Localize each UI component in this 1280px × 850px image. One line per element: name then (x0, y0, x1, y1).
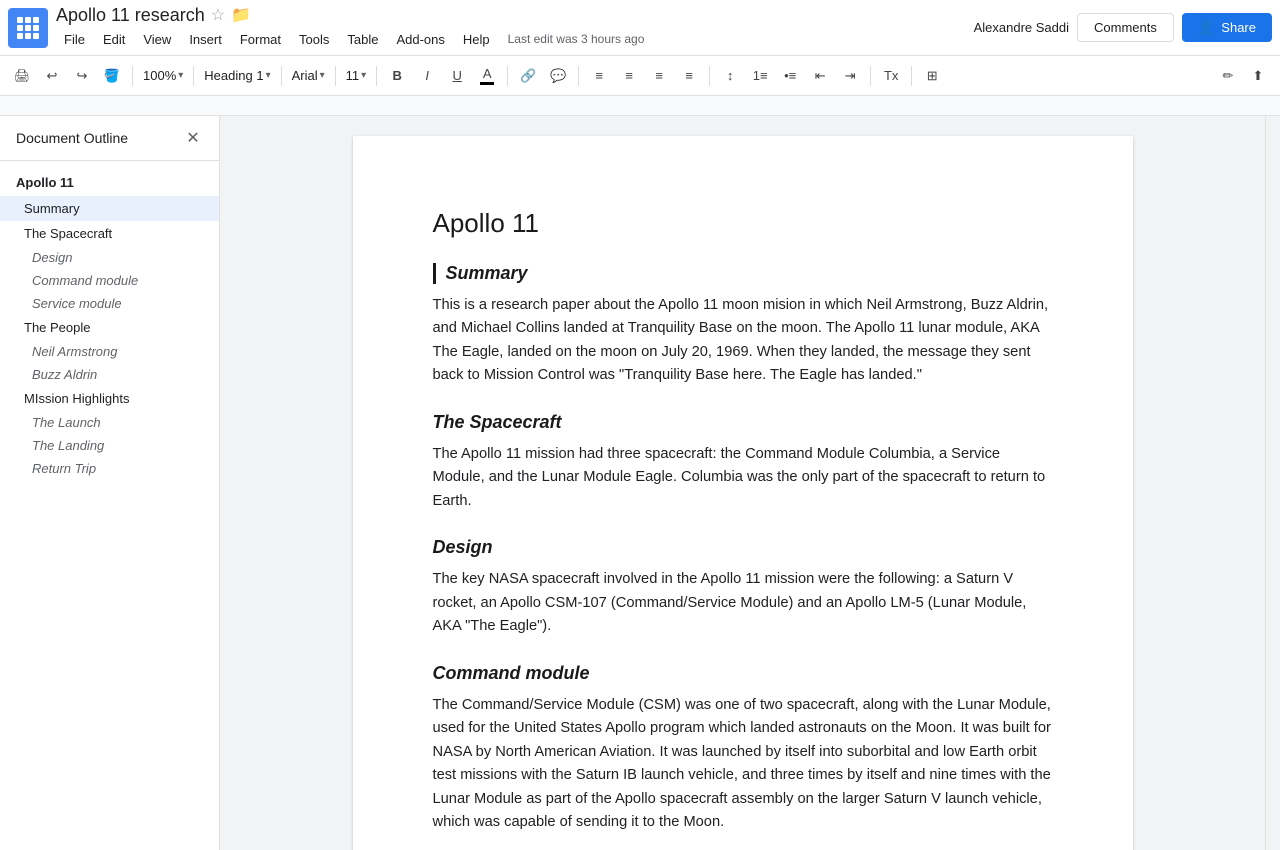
outline-item-design[interactable]: Design (0, 246, 219, 269)
top-right-actions: Alexandre Saddi Comments 👤 Share (974, 13, 1272, 42)
outline-item-neil-armstrong[interactable]: Neil Armstrong (0, 340, 219, 363)
edit-mode-button[interactable]: ✏ (1214, 62, 1242, 90)
sidebar-close-button[interactable]: ✕ (183, 128, 203, 148)
clear-format-button[interactable]: Tx (877, 62, 905, 90)
section-heading-command-module: Command module (433, 663, 1053, 684)
outline-item-service-module[interactable]: Service module (0, 292, 219, 315)
font-select-wrap[interactable]: Arial ▾ (288, 62, 329, 90)
italic-button[interactable]: I (413, 62, 441, 90)
person-icon: 👤 (1198, 19, 1215, 36)
outline-item-buzz-aldrin[interactable]: Buzz Aldrin (0, 363, 219, 386)
underline-button[interactable]: U (443, 62, 471, 90)
doc-info: Apollo 11 research ☆ 📁 File Edit View In… (56, 5, 974, 51)
section-body-design: The key NASA spacecraft involved in the … (433, 568, 1053, 638)
sidebar-title: Document Outline (16, 130, 128, 146)
toolbar-sep-4 (335, 66, 336, 86)
menu-addons[interactable]: Add-ons (388, 28, 452, 51)
toolbar-sep-1 (132, 66, 133, 86)
bold-button[interactable]: B (383, 62, 411, 90)
last-edit: Last edit was 3 hours ago (508, 32, 645, 46)
align-right-button[interactable]: ≡ (645, 62, 673, 90)
menu-view[interactable]: View (135, 28, 179, 51)
paint-format-button[interactable]: 🪣 (98, 62, 126, 90)
toolbar-sep-6 (507, 66, 508, 86)
toolbar-sep-3 (281, 66, 282, 86)
folder-icon[interactable]: 📁 (231, 5, 251, 25)
text-color-button[interactable]: A (473, 62, 501, 90)
align-justify-button[interactable]: ≡ (675, 62, 703, 90)
outline-item-the-spacecraft[interactable]: The Spacecraft (0, 221, 219, 246)
document-title: Apollo 11 (433, 208, 1053, 239)
outline-item-command-module[interactable]: Command module (0, 269, 219, 292)
ruler (0, 96, 1280, 116)
increase-indent-button[interactable]: ⇥ (836, 62, 864, 90)
toolbar-sep-10 (911, 66, 912, 86)
star-icon[interactable]: ☆ (211, 5, 225, 25)
toolbar-sep-2 (193, 66, 194, 86)
section-body-the-spacecraft: The Apollo 11 mission had three spacecra… (433, 443, 1053, 513)
zoom-chevron: ▾ (178, 70, 183, 81)
toolbar-sep-5 (376, 66, 377, 86)
section-body-summary: This is a research paper about the Apoll… (433, 294, 1053, 388)
section-heading-the-spacecraft: The Spacecraft (433, 412, 1053, 433)
toolbar-sep-7 (578, 66, 579, 86)
font-chevron: ▾ (320, 70, 325, 81)
document-scroll-area[interactable]: Apollo 11 Summary This is a research pap… (220, 116, 1265, 850)
menu-file[interactable]: File (56, 28, 93, 51)
right-scrollbar[interactable] (1265, 116, 1280, 850)
outline-item-apollo-11[interactable]: Apollo 11 (0, 169, 219, 196)
outline-item-summary[interactable]: Summary (0, 196, 219, 221)
zoom-select-wrap[interactable]: 100% ▾ (139, 62, 187, 90)
doc-title[interactable]: Apollo 11 research (56, 5, 205, 26)
section-heading-summary: Summary (446, 263, 1053, 284)
link-button[interactable]: 🔗 (514, 62, 542, 90)
bulleted-list-button[interactable]: •≡ (776, 62, 804, 90)
outline-item-the-landing[interactable]: The Landing (0, 434, 219, 457)
style-select-wrap[interactable]: Heading 1 ▾ (200, 62, 274, 90)
outline-item-the-launch[interactable]: The Launch (0, 411, 219, 434)
menu-edit[interactable]: Edit (95, 28, 133, 51)
main-layout: Document Outline ✕ Apollo 11 Summary The… (0, 116, 1280, 850)
toolbar: 🖨 ↩ ↪ 🪣 100% ▾ Heading 1 ▾ Arial ▾ 11 ▾ … (0, 56, 1280, 96)
menu-tools[interactable]: Tools (291, 28, 337, 51)
line-spacing-button[interactable]: ↕ (716, 62, 744, 90)
menu-help[interactable]: Help (455, 28, 498, 51)
size-chevron: ▾ (361, 70, 366, 81)
toolbar-sep-8 (709, 66, 710, 86)
section-body-command-module: The Command/Service Module (CSM) was one… (433, 694, 1053, 835)
document-page: Apollo 11 Summary This is a research pap… (353, 136, 1133, 850)
comments-button[interactable]: Comments (1077, 13, 1174, 42)
app-icon[interactable] (8, 8, 48, 48)
align-center-button[interactable]: ≡ (615, 62, 643, 90)
section-heading-design: Design (433, 537, 1053, 558)
style-chevron: ▾ (266, 70, 271, 81)
outline-item-return-trip[interactable]: Return Trip (0, 457, 219, 480)
toolbar-sep-9 (870, 66, 871, 86)
undo-button[interactable]: ↩ (38, 62, 66, 90)
sidebar-header: Document Outline ✕ (0, 116, 219, 161)
size-select-wrap[interactable]: 11 ▾ (342, 62, 371, 90)
decrease-indent-button[interactable]: ⇤ (806, 62, 834, 90)
top-bar: Apollo 11 research ☆ 📁 File Edit View In… (0, 0, 1280, 56)
outline-item-the-people[interactable]: The People (0, 315, 219, 340)
menu-format[interactable]: Format (232, 28, 289, 51)
collapse-toolbar-button[interactable]: ⬆ (1244, 62, 1272, 90)
comment-button[interactable]: 💬 (544, 62, 572, 90)
menu-bar: File Edit View Insert Format Tools Table… (56, 28, 974, 51)
outline-section: Apollo 11 Summary The Spacecraft Design … (0, 161, 219, 488)
menu-insert[interactable]: Insert (181, 28, 230, 51)
align-left-button[interactable]: ≡ (585, 62, 613, 90)
user-name: Alexandre Saddi (974, 20, 1069, 35)
print-button[interactable]: 🖨 (8, 62, 36, 90)
redo-button[interactable]: ↪ (68, 62, 96, 90)
numbered-list-button[interactable]: 1≡ (746, 62, 774, 90)
insert-table-button[interactable]: ⊞ (918, 62, 946, 90)
document-outline-sidebar: Document Outline ✕ Apollo 11 Summary The… (0, 116, 220, 850)
outline-item-mission-highlights[interactable]: MIssion Highlights (0, 386, 219, 411)
menu-table[interactable]: Table (339, 28, 386, 51)
share-button[interactable]: 👤 Share (1182, 13, 1272, 42)
